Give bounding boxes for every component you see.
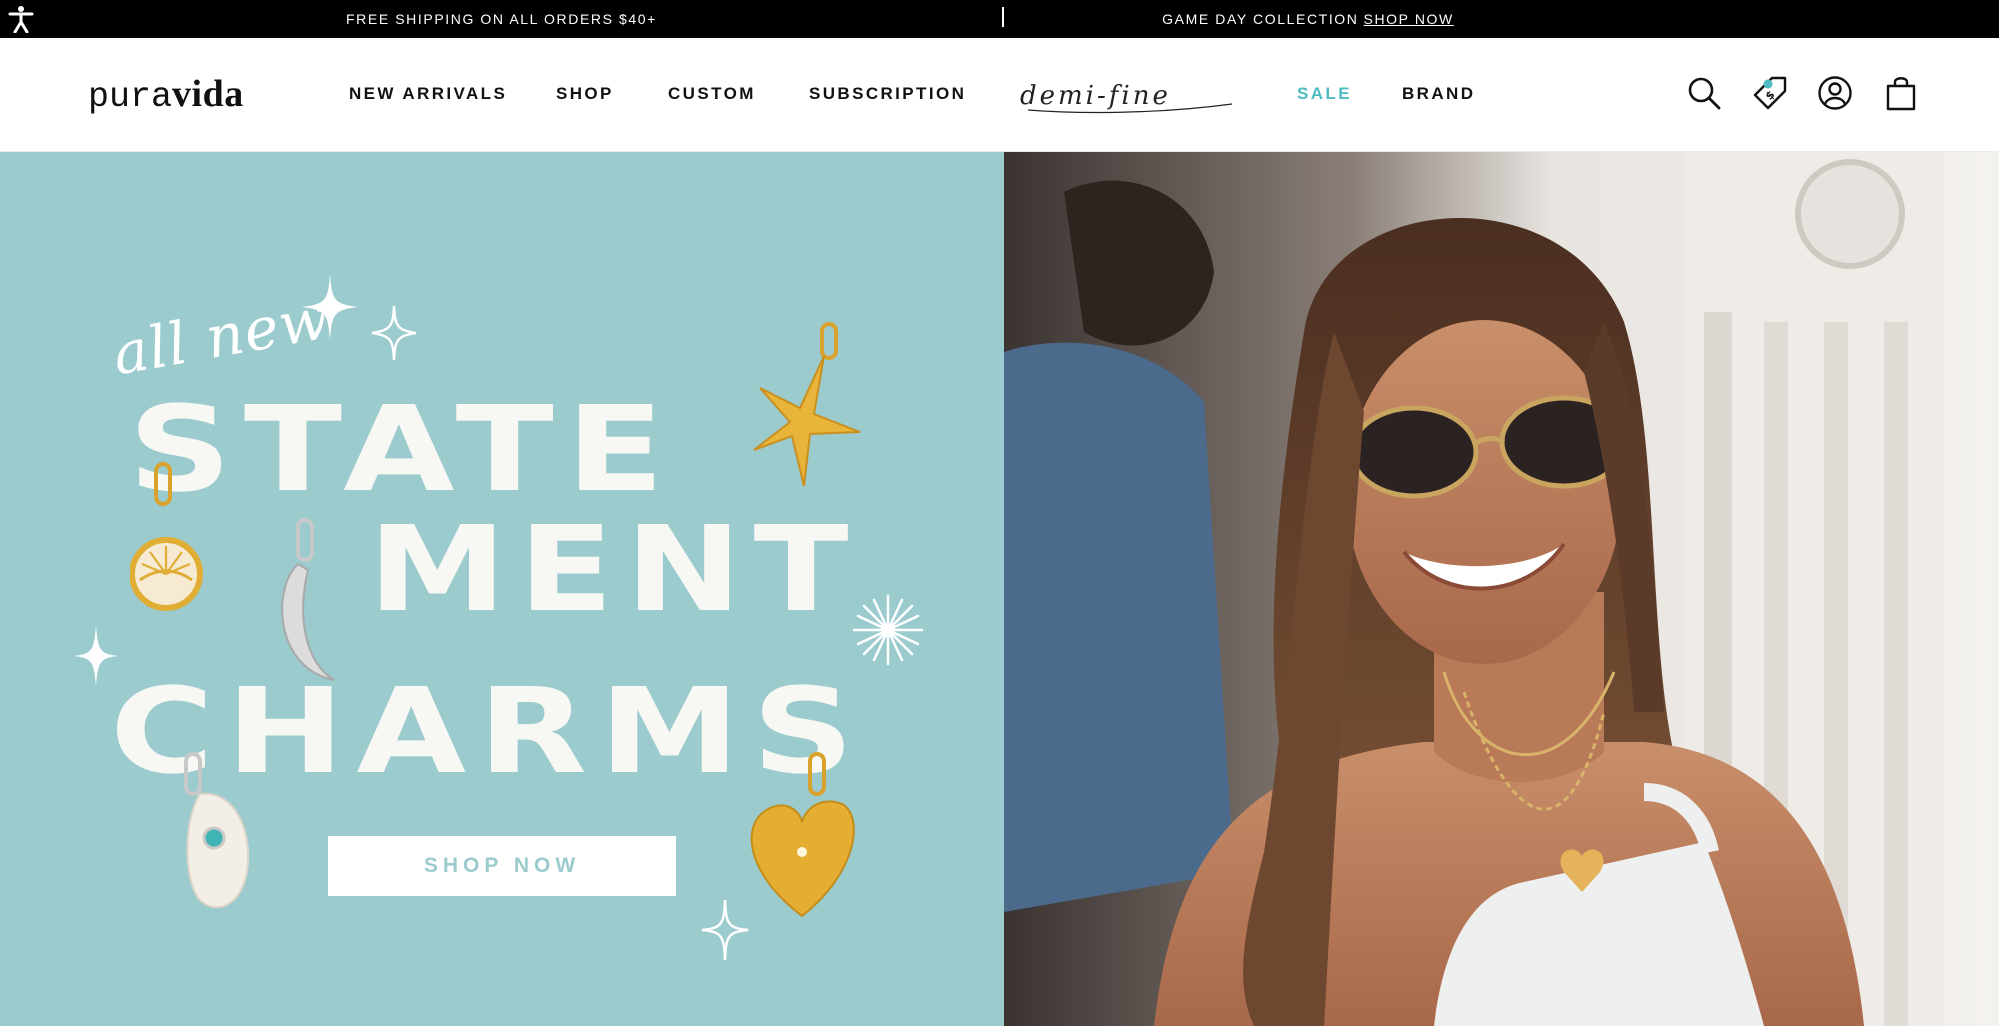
nav-custom[interactable]: CUSTOM [668, 84, 756, 104]
gold-heart-charm-icon [750, 752, 855, 918]
nav-demi-fine[interactable]: demi-fine [1018, 80, 1238, 116]
site-header: pura vida NEW ARRIVALS SHOP CUSTOM SUBSCR… [0, 38, 1999, 152]
rewards-tag-icon[interactable]: $ [1750, 73, 1790, 113]
game-day-shop-now-link[interactable]: SHOP NOW [1364, 11, 1454, 27]
hero-shop-now-button[interactable]: SHOP NOW [328, 836, 676, 896]
nav-subscription[interactable]: SUBSCRIPTION [809, 84, 966, 104]
all-new-script: all new [107, 283, 335, 389]
hero-lifestyle-photo [1004, 152, 1999, 1026]
hero-promo-panel: all new STATE MENT CHARMS SHOP NOW [0, 152, 1004, 1026]
nav-shop[interactable]: SHOP [556, 84, 614, 104]
svg-text:demi-fine: demi-fine [1020, 81, 1171, 111]
sunrise-pendant-icon [130, 462, 203, 611]
logo-vida: vida [172, 73, 244, 115]
sparkle-outline-icon [371, 305, 417, 361]
headline-ment: MENT [368, 500, 861, 638]
headline-state: STATE [128, 380, 677, 518]
account-icon[interactable] [1815, 73, 1855, 113]
starburst-icon [852, 594, 924, 666]
nav-brand[interactable]: BRAND [1402, 84, 1475, 104]
nav-sale[interactable]: SALE [1297, 84, 1352, 104]
cart-bag-icon[interactable] [1881, 73, 1921, 113]
free-shipping-message: FREE SHIPPING ON ALL ORDERS $40+ [346, 11, 657, 27]
hero-banner: all new STATE MENT CHARMS SHOP NOW [0, 152, 1999, 1026]
game-day-message: GAME DAY COLLECTION SHOP NOW [1003, 0, 1613, 38]
puravida-logo[interactable]: pura vida [88, 72, 244, 117]
game-day-text: GAME DAY COLLECTION [1162, 11, 1359, 27]
search-icon[interactable] [1684, 73, 1724, 113]
announcement-bar: FREE SHIPPING ON ALL ORDERS $40+ GAME DA… [0, 0, 1999, 38]
nav-new-arrivals[interactable]: NEW ARRIVALS [349, 84, 507, 104]
logo-pura: pura [88, 77, 173, 117]
crescent-moon-charm-icon [281, 518, 335, 681]
demi-fine-script-logo: demi-fine [1020, 81, 1233, 114]
model-wearing-charms-image [1004, 152, 1999, 1026]
starfish-charm-icon [753, 322, 861, 487]
pearl-turquoise-charm-icon [184, 752, 250, 909]
